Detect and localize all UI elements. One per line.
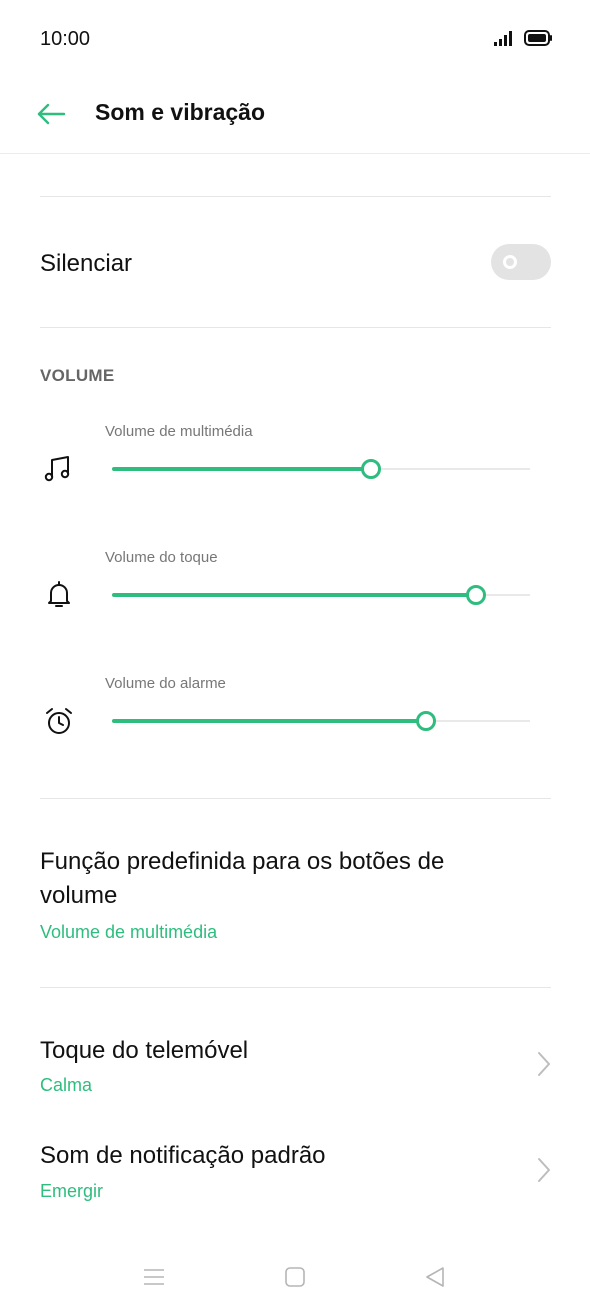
- toggle-knob: [503, 255, 517, 269]
- slider-thumb[interactable]: [415, 711, 436, 731]
- navigation-bar: [0, 1248, 590, 1312]
- slider-fill: [112, 467, 372, 471]
- alarm-volume-slider[interactable]: [112, 707, 530, 735]
- ringtone-title: Toque do telemóvel: [40, 1037, 249, 1064]
- header: Som e vibração: [0, 80, 590, 154]
- silenciar-label: Silenciar: [40, 250, 133, 277]
- slider-fill: [112, 719, 426, 723]
- divider: [40, 987, 551, 988]
- volume-section-header: VOLUME: [40, 366, 115, 385]
- alarm-volume-label: Volume do alarme: [105, 675, 226, 692]
- slider-thumb[interactable]: [465, 585, 486, 605]
- home-nav-button[interactable]: [275, 1262, 315, 1292]
- divider: [40, 327, 551, 328]
- divider: [40, 798, 551, 799]
- back-nav-button[interactable]: [415, 1262, 455, 1292]
- ringtone-value: Calma: [40, 1075, 93, 1095]
- volume-buttons-value: Volume de multimédia: [40, 922, 218, 942]
- battery-icon: [524, 30, 552, 46]
- silenciar-toggle[interactable]: [491, 244, 551, 280]
- arrow-left-icon: [37, 103, 66, 125]
- media-volume-slider[interactable]: [112, 455, 530, 483]
- square-icon: [285, 1267, 305, 1287]
- slider-fill: [112, 593, 476, 597]
- ring-volume-label: Volume do toque: [105, 549, 218, 566]
- ring-volume-slider[interactable]: [112, 581, 530, 609]
- media-volume-label: Volume de multimédia: [105, 423, 253, 440]
- status-bar: 10:00: [0, 0, 590, 80]
- signal-icon: [494, 31, 512, 46]
- chevron-right-icon: [538, 1052, 550, 1076]
- slider-thumb[interactable]: [361, 459, 382, 479]
- notification-sound-value: Emergir: [40, 1181, 104, 1201]
- divider: [40, 196, 551, 197]
- page-title: Som e vibração: [95, 99, 266, 125]
- bell-icon: [48, 581, 70, 607]
- menu-nav-button[interactable]: [134, 1262, 174, 1292]
- alarm-clock-icon: [46, 708, 72, 734]
- chevron-right-icon: [538, 1158, 550, 1182]
- music-note-icon: [44, 456, 70, 482]
- menu-icon: [144, 1269, 164, 1285]
- volume-buttons-title: Função predefinida para os botões de vol…: [40, 848, 445, 909]
- back-button[interactable]: [30, 96, 72, 132]
- triangle-back-icon: [426, 1267, 444, 1287]
- notification-sound-title: Som de notificação padrão: [40, 1142, 326, 1169]
- status-time: 10:00: [40, 28, 91, 50]
